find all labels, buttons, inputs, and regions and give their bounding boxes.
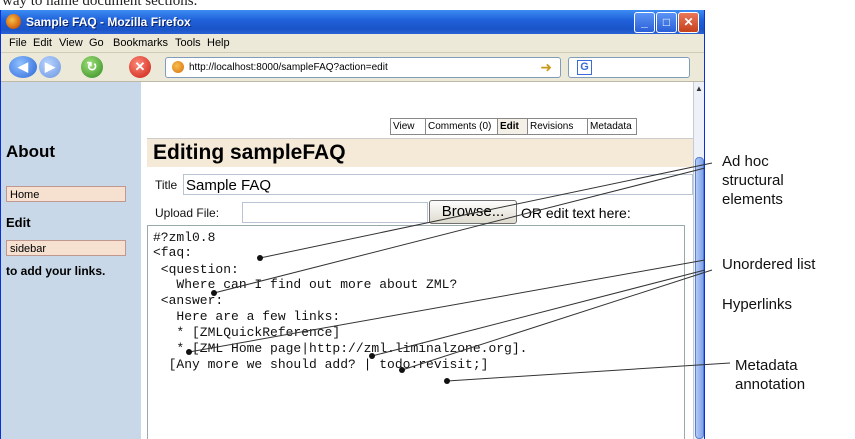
or-edit-text: OR edit text here: [521, 205, 631, 221]
upload-label: Upload File: [155, 206, 220, 220]
title-bar: Sample FAQ - Mozilla Firefox _ □ ✕ [1, 10, 704, 34]
forward-arrow-icon: ▶ [45, 59, 55, 74]
menu-bar: File Edit View Go Bookmarks Tools Help [1, 34, 704, 53]
sidebar-edit-label: Edit [6, 215, 31, 230]
back-arrow-icon: ◀ [18, 59, 28, 74]
menu-file[interactable]: File [9, 37, 27, 49]
title-field[interactable]: Sample FAQ [183, 174, 693, 195]
sidebar-sidebar-link[interactable]: sidebar [6, 240, 126, 256]
page-tabs: View Comments (0) Edit Revisions Metadat… [147, 118, 694, 136]
address-bar[interactable]: http://localhost:8000/sampleFAQ?action=e… [165, 57, 561, 78]
code-line: <faq: [153, 245, 193, 260]
reload-icon: ↻ [86, 59, 98, 74]
minimize-button[interactable]: _ [634, 12, 655, 33]
firefox-window: Sample FAQ - Mozilla Firefox _ □ ✕ File … [0, 10, 705, 439]
reload-button[interactable]: ↻ [81, 56, 103, 78]
edit-heading-bar: Editing sampleFAQ [147, 138, 694, 167]
code-line: <answer: [153, 293, 224, 308]
sidebar-about-heading: About [6, 142, 56, 161]
callout-structural-elements: Ad hoc structural elements [722, 153, 784, 208]
maximize-button[interactable]: □ [656, 12, 677, 33]
menu-view[interactable]: View [59, 37, 83, 49]
code-line: Here are a few links: [153, 309, 341, 324]
menu-bookmarks[interactable]: Bookmarks [113, 37, 168, 49]
menu-tools[interactable]: Tools [175, 37, 201, 49]
go-arrow-icon[interactable]: ➜ [540, 59, 552, 76]
scroll-up-icon[interactable]: ▲ [695, 84, 703, 93]
navigation-toolbar: ◀ ▶ ↻ ✕ http://localhost:8000/sampleFAQ?… [1, 53, 704, 82]
page: way to name document sections. Sample FA… [0, 0, 855, 439]
stop-button[interactable]: ✕ [129, 56, 151, 78]
address-url[interactable]: http://localhost:8000/sampleFAQ?action=e… [189, 62, 388, 73]
code-line: [Any more we should add? | todo:revisit;… [153, 357, 489, 372]
tab-revisions[interactable]: Revisions [527, 118, 589, 135]
title-label: Title [155, 178, 178, 192]
upload-file-field[interactable] [242, 202, 428, 223]
tab-view[interactable]: View [390, 118, 426, 135]
page-title: Editing sampleFAQ [153, 141, 346, 164]
stop-icon: ✕ [134, 59, 146, 74]
zml-text-editor[interactable]: #?zml0.8 <faq: <question: Where can I fi… [147, 225, 685, 439]
menu-go[interactable]: Go [89, 37, 104, 49]
callout-unordered-list: Unordered list [722, 256, 816, 273]
tab-edit[interactable]: Edit [497, 118, 529, 135]
code-line: <question: [153, 262, 239, 277]
search-engine-icon: G [577, 60, 592, 75]
code-line: Where can I find out more about ZML? [153, 277, 458, 292]
caption-fragment: way to name document sections. [0, 0, 855, 9]
favicon-icon [172, 61, 184, 73]
forward-button[interactable]: ▶ [39, 56, 61, 78]
sidebar: About Home Edit sidebar to add your link… [1, 82, 141, 439]
callout-metadata-annotation: Metadata annotation [735, 357, 806, 393]
tab-metadata[interactable]: Metadata [587, 118, 637, 135]
sidebar-home-link[interactable]: Home [6, 186, 126, 202]
search-box[interactable]: G [568, 57, 690, 78]
page-content: About Home Edit sidebar to add your link… [1, 82, 704, 439]
tab-comments[interactable]: Comments (0) [425, 118, 499, 135]
browse-button[interactable]: Browse... [429, 200, 517, 224]
code-line: * [ZML Home page|http://zml.liminalzone.… [153, 341, 528, 356]
code-line: #?zml0.8 [153, 230, 216, 245]
close-button[interactable]: ✕ [678, 12, 699, 33]
sidebar-add-links-text: to add your links. [6, 264, 106, 278]
main-panel: View Comments (0) Edit Revisions Metadat… [147, 82, 694, 439]
code-line: * [ZMLQuickReference] [153, 325, 341, 340]
back-button[interactable]: ◀ [9, 56, 37, 78]
window-title: Sample FAQ - Mozilla Firefox [26, 15, 191, 29]
firefox-icon [6, 14, 21, 29]
callout-hyperlinks: Hyperlinks [722, 296, 793, 313]
menu-edit[interactable]: Edit [33, 37, 52, 49]
menu-help[interactable]: Help [207, 37, 230, 49]
vertical-scrollbar[interactable]: ▲ [693, 82, 704, 439]
caption-text: way to name document sections. [2, 0, 198, 9]
scrollbar-thumb[interactable] [695, 157, 704, 439]
